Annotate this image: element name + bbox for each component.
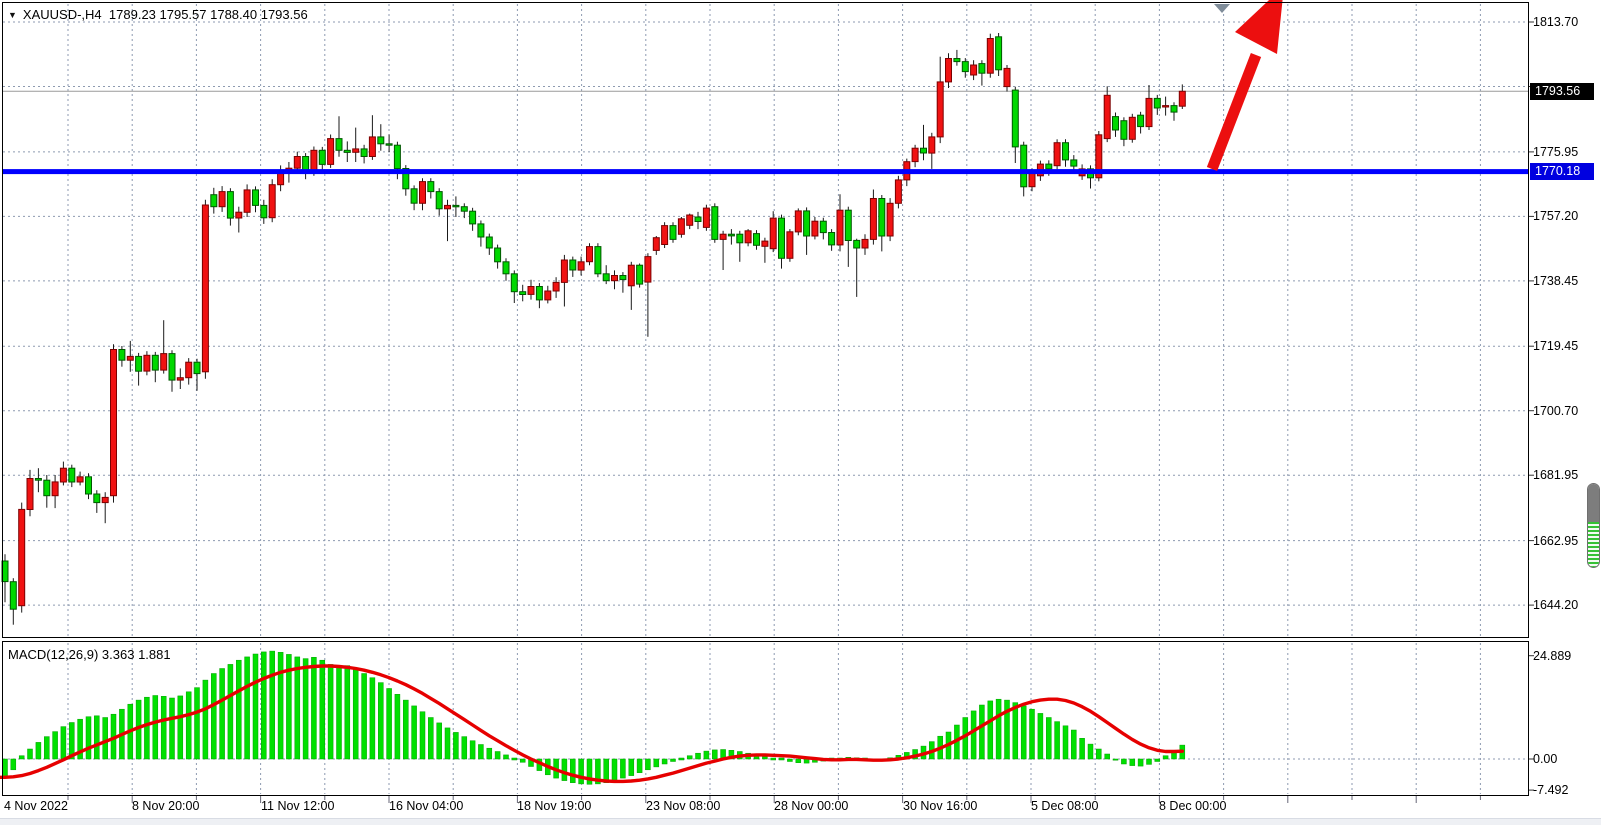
vertical-scrollbar-thumb[interactable]: [1587, 483, 1600, 568]
symbol-timeframe-label: XAUUSD-,H4: [23, 7, 102, 22]
macd-axis-label: -7.492: [1533, 783, 1568, 797]
main-price-pane: [2, 2, 1529, 638]
price-axis-label: 1813.70: [1533, 15, 1578, 29]
time-axis-label: 18 Nov 19:00: [517, 799, 591, 813]
macd-indicator-label: MACD(12,26,9) 3.363 1.881: [8, 647, 171, 662]
price-axis-label: 1757.20: [1533, 209, 1578, 223]
time-axis-label: 11 Nov 12:00: [261, 799, 334, 813]
price-axis-label: 1644.20: [1533, 598, 1578, 612]
macd-indicator-pane: [2, 641, 1529, 796]
ohlc-readout: 1789.23 1795.57 1788.40 1793.56: [109, 7, 308, 22]
time-axis-label: 8 Dec 00:00: [1159, 799, 1226, 813]
price-axis-label: 1662.95: [1533, 534, 1578, 548]
price-axis-label: 1775.95: [1533, 145, 1578, 159]
trading-chart-window: ▼ XAUUSD-,H4 1789.23 1795.57 1788.40 1793…: [0, 0, 1601, 825]
macd-axis-label: 24.889: [1533, 649, 1571, 663]
time-axis-label: 30 Nov 16:00: [903, 799, 977, 813]
price-axis-label: 1681.95: [1533, 468, 1578, 482]
current-price-badge: 1793.56: [1530, 83, 1594, 100]
time-axis-label: 4 Nov 2022: [4, 799, 68, 813]
symbol-dropdown-icon[interactable]: ▼: [8, 10, 17, 20]
price-axis-label: 1738.45: [1533, 274, 1578, 288]
time-axis-label: 16 Nov 04:00: [389, 799, 463, 813]
scrollbar-stripes-decoration: [1588, 522, 1599, 567]
time-axis-label: 28 Nov 00:00: [774, 799, 848, 813]
time-axis-label: 5 Dec 08:00: [1031, 799, 1098, 813]
price-axis-label: 1719.45: [1533, 339, 1578, 353]
price-axis-label: 1700.70: [1533, 404, 1578, 418]
time-axis-label: 23 Nov 08:00: [646, 799, 720, 813]
chart-title: ▼ XAUUSD-,H4 1789.23 1795.57 1788.40 1793…: [8, 7, 308, 22]
macd-axis-label: 0.00: [1533, 752, 1557, 766]
hline-price-badge: 1770.18: [1530, 163, 1594, 180]
scrollbar-grip: [1588, 484, 1599, 522]
window-bottom-strip: [0, 818, 1601, 825]
time-axis-label: 8 Nov 20:00: [132, 799, 199, 813]
